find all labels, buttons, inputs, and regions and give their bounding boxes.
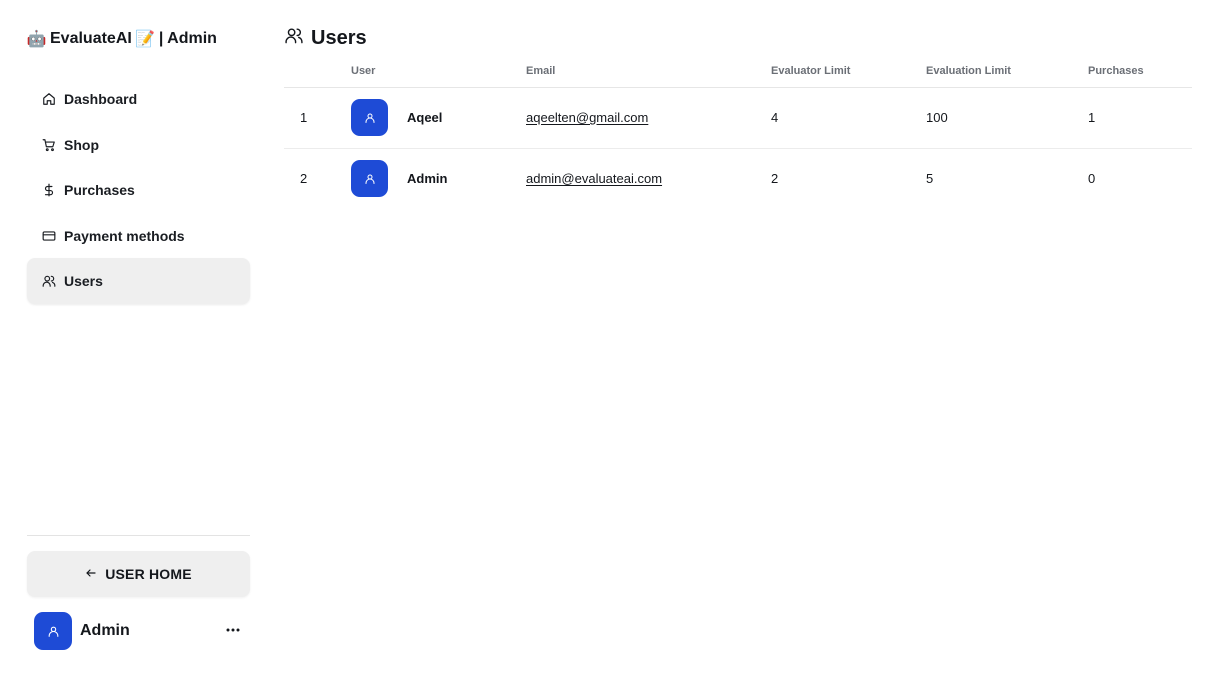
avatar [351,160,388,198]
column-header-index [284,56,351,88]
column-header-user: User [351,56,526,88]
user-cell: Admin [351,148,526,209]
evaluation-limit-cell: 5 [926,171,934,187]
user-cell-content: Aqeel [351,99,526,136]
users-icon [284,26,304,50]
sidebar-item-purchases[interactable]: Purchases [27,167,250,213]
memo-icon: 📝 [135,31,156,48]
user-name: Aqeel [407,110,443,125]
sidebar-item-users[interactable]: Users [27,258,250,304]
brand: 🤖 EvaluateAI 📝 | Admin [27,29,217,49]
sidebar-item-label: Shop [64,136,99,153]
column-header-email: Email [526,56,771,88]
sidebar-item-label: Users [64,273,103,289]
users-icon [42,274,56,288]
column-header-purchases: Purchases [1088,56,1192,88]
sidebar-item-dashboard[interactable]: Dashboard [27,76,250,122]
table-row[interactable]: 1 Aqeel aqeelten@gmail.com 4 100 1 [284,87,1192,149]
profile-name: Admin [80,622,130,639]
sidebar-nav: Dashboard Shop Purchases Payment methods [27,76,250,304]
sidebar-divider [27,535,250,536]
avatar [34,612,72,650]
user-cell: Aqeel [351,87,526,149]
email-link[interactable]: aqeelten@gmail.com [526,110,648,125]
user-icon [365,174,374,184]
arrow-left-icon [85,566,97,582]
sidebar-item-label: Dashboard [64,91,138,107]
sidebar: 🤖 EvaluateAI 📝 | Admin Dashboard Shop Pu… [27,0,250,684]
column-header-evaluation-limit: Evaluation Limit [926,56,1088,88]
sidebar-item-shop[interactable]: Shop [27,122,250,168]
evaluator-limit-cell: 2 [771,171,779,187]
email-link[interactable]: admin@evaluateai.com [526,171,662,186]
page-header: Users [284,26,367,50]
evaluator-limit-cell: 4 [771,87,926,149]
credit-card-icon [42,229,56,243]
profile[interactable]: Admin [34,612,250,650]
user-icon [365,113,374,123]
purchases-cell: 0 [1088,171,1096,187]
user-home-button[interactable]: USER HOME [27,551,250,597]
user-name: Admin [407,171,448,187]
cart-icon [42,138,56,152]
more-horizontal-icon [226,628,240,632]
purchases-cell: 1 [1088,87,1192,149]
row-index: 2 [300,171,308,187]
brand-title: EvaluateAI [50,30,132,47]
app-root: 🤖 EvaluateAI 📝 | Admin Dashboard Shop Pu… [0,0,1216,684]
user-home-label: USER HOME [105,566,192,582]
avatar [351,99,388,136]
table-header-row: User Email Evaluator Limit Evaluation Li… [284,56,1192,88]
brand-suffix: | Admin [158,30,217,47]
dollar-icon [42,183,56,197]
user-cell-content: Admin [351,160,526,198]
sidebar-item-label: Payment methods [64,227,185,244]
users-table: User Email Evaluator Limit Evaluation Li… [284,56,1192,209]
page-title: Users [311,26,367,49]
evaluation-limit-cell: 100 [926,87,1088,149]
sidebar-item-label: Purchases [64,182,135,198]
sidebar-item-payment-methods[interactable]: Payment methods [27,213,250,259]
more-options-button[interactable] [224,621,242,639]
row-index: 1 [284,87,351,149]
email-cell: aqeelten@gmail.com [526,87,771,149]
email-cell: admin@evaluateai.com [526,148,771,209]
column-header-evaluator-limit: Evaluator Limit [771,56,926,88]
table-row[interactable]: 2 Admin admin@evaluateai.com 2 5 0 [284,148,1192,209]
home-icon [42,92,56,106]
user-icon [48,626,58,637]
robot-icon: 🤖 [26,31,47,48]
